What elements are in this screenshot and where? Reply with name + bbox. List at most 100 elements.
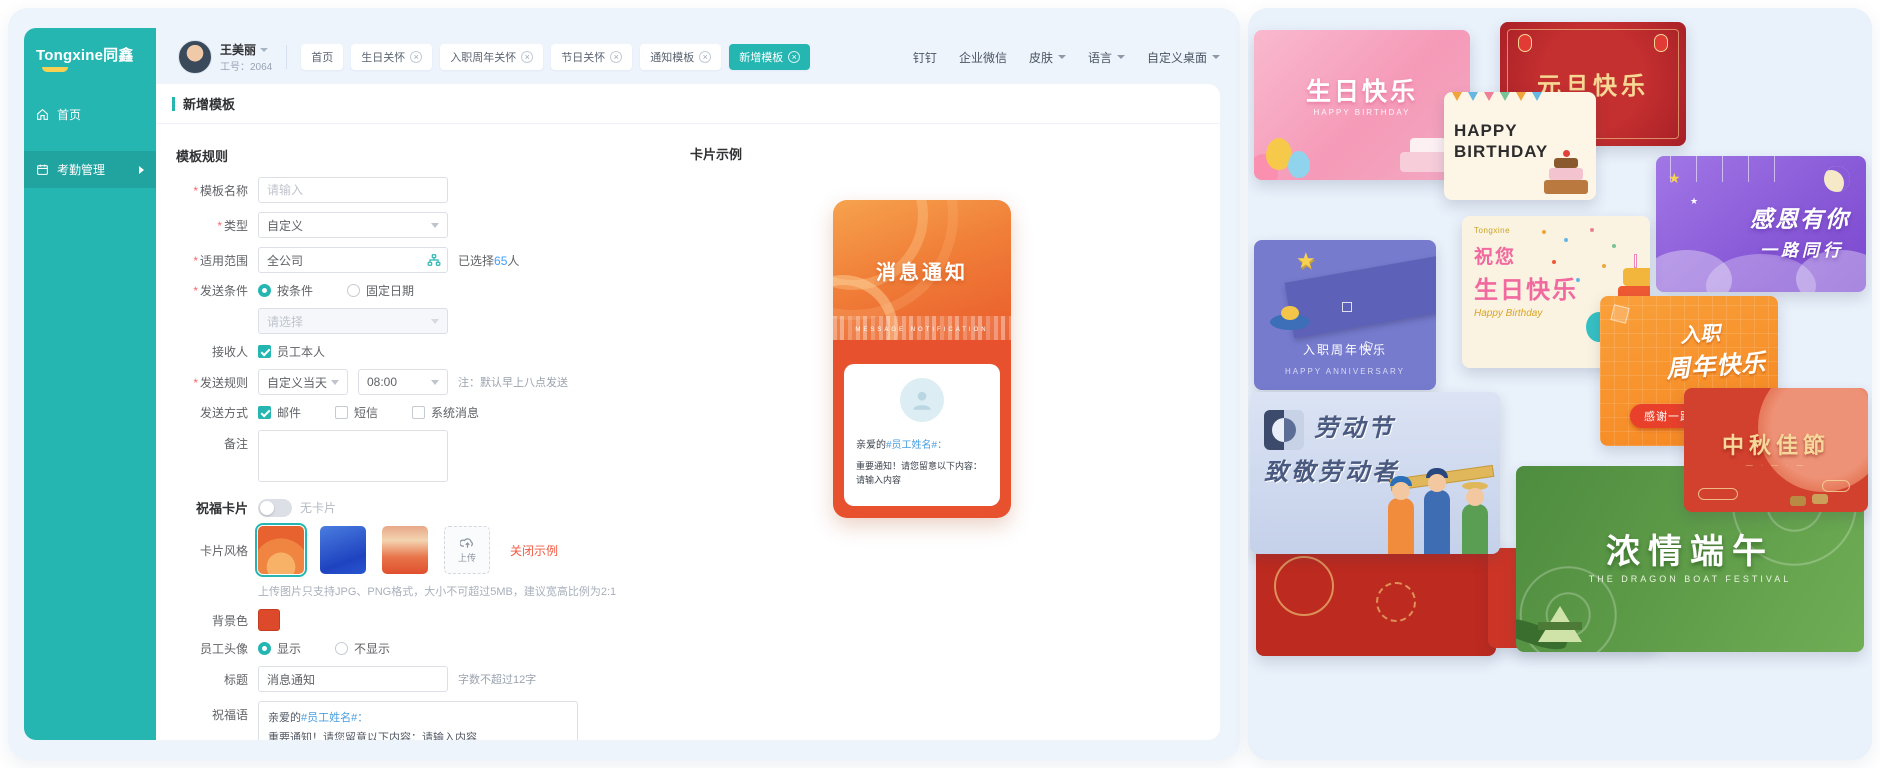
row-scope: *适用范围 全公司 已选择65人: [160, 247, 630, 273]
close-icon[interactable]: ×: [610, 51, 622, 63]
preview-inner-card: 亲爱的#员工姓名#： 重要通知！请您留意以下内容：请输入内容: [844, 364, 1000, 506]
close-example-link[interactable]: 关闭示例: [510, 542, 558, 559]
template-name-input[interactable]: [258, 177, 448, 203]
upload-button[interactable]: 上传: [444, 526, 490, 574]
card-subtitle-text: Happy Birthday: [1474, 308, 1542, 319]
calendar-small-icon: [431, 319, 439, 324]
gallery-card-birthday-cream[interactable]: HAPPYBIRTHDAY: [1444, 92, 1596, 200]
chevron-down-icon: [1212, 55, 1220, 59]
chevron-down-icon: [431, 380, 439, 385]
close-icon[interactable]: ×: [699, 51, 711, 63]
row-receiver: 接收人 员工本人: [160, 343, 630, 360]
close-icon[interactable]: ×: [788, 51, 800, 63]
app-window: Tongxine同鑫 首页 考勤管理 王美丽 工号：2064: [8, 8, 1240, 760]
gallery-card-birthday-pink[interactable]: 生日快乐 HAPPY BIRTHDAY: [1254, 30, 1470, 180]
user-meta: 王美丽 工号：2064: [220, 40, 272, 75]
tab-notify-template[interactable]: 通知模板 ×: [640, 44, 721, 70]
chevron-down-icon: [1058, 55, 1066, 59]
condition-select[interactable]: 请选择: [258, 308, 448, 334]
calendar-icon: [36, 163, 49, 176]
menu-skin[interactable]: 皮肤: [1029, 49, 1066, 66]
row-send-method: 发送方式 邮件 短信 系统消息: [160, 404, 630, 421]
radio-show-avatar[interactable]: 显示: [258, 640, 301, 657]
field-label: *发送条件: [160, 282, 248, 299]
rule-time-select[interactable]: 08:00: [358, 369, 448, 395]
gift-decor: [1610, 304, 1629, 323]
radio-hide-avatar[interactable]: 不显示: [335, 640, 390, 657]
toggle-knob: [260, 501, 274, 515]
gallery-card-thanks-purple[interactable]: ★ ★ 感恩有你 一路同行: [1656, 156, 1866, 292]
card-title-text: 生日快乐: [1474, 270, 1578, 305]
greeting-textarea[interactable]: 亲爱的#员工姓名#： 重要通知！请您留意以下内容：请输入内容: [258, 701, 578, 740]
menu-label: 皮肤: [1029, 49, 1053, 66]
rule-day-select[interactable]: 自定义当天: [258, 369, 348, 395]
star-icon: ★: [1690, 196, 1698, 207]
checkbox-email[interactable]: 邮件: [258, 404, 301, 421]
menu-wecom[interactable]: 企业微信: [959, 49, 1007, 66]
tab-birthday-care[interactable]: 生日关怀 ×: [351, 44, 432, 70]
checkbox-sms[interactable]: 短信: [335, 404, 378, 421]
screenshot-canvas: Tongxine同鑫 首页 考勤管理 王美丽 工号：2064: [0, 0, 1880, 768]
menu-dingtalk[interactable]: 钉钉: [913, 49, 937, 66]
row-greeting: 祝福语 亲爱的#员工姓名#： 重要通知！请您留意以下内容：请输入内容: [160, 701, 630, 740]
org-tree-icon[interactable]: [427, 253, 441, 270]
tab-new-template[interactable]: 新增模板 ×: [729, 44, 810, 70]
row-employee-avatar: 员工头像 显示 不显示: [160, 640, 630, 657]
card-title-text: 入职周年快乐: [1254, 341, 1436, 358]
gallery-card-anniversary-blue[interactable]: ★ 入职周年快乐 HAPPY ANNIVERSARY: [1254, 240, 1436, 390]
bg-color-swatch[interactable]: [258, 609, 280, 631]
lantern-icon: [1654, 34, 1668, 52]
sidebar-item-home[interactable]: 首页: [24, 96, 156, 133]
chevron-down-icon: [1117, 55, 1125, 59]
tab-label: 首页: [311, 49, 333, 65]
card-style-blue[interactable]: [320, 526, 366, 574]
tab-holiday-care[interactable]: 节日关怀 ×: [551, 44, 632, 70]
gallery-card-red-fragment-left[interactable]: [1256, 536, 1496, 656]
required-star: *: [193, 284, 198, 298]
close-icon[interactable]: ×: [410, 51, 422, 63]
gallery-card-labor-day[interactable]: 劳动节 致敬劳动者: [1250, 392, 1500, 554]
row-type: *类型 自定义: [160, 212, 630, 238]
checkbox-icon: [258, 345, 271, 358]
type-select[interactable]: 自定义: [258, 212, 448, 238]
card-gallery-panel: 生日快乐 HAPPY BIRTHDAY 元旦快乐 HAPPYBIRTHDAY ★…: [1248, 8, 1872, 760]
radio-fixed-date[interactable]: 固定日期: [347, 282, 414, 299]
user-avatar[interactable]: [178, 40, 212, 74]
card-title-text: 劳动节: [1314, 408, 1395, 443]
sidebar-item-attendance[interactable]: 考勤管理: [24, 151, 156, 188]
required-star: *: [193, 254, 198, 268]
row-send-rule: *发送规则 自定义当天 08:00 注：默认早上八点发送: [160, 369, 630, 395]
condition-placeholder: 请选择: [267, 313, 303, 330]
field-label: 接收人: [160, 343, 248, 360]
radio-by-condition[interactable]: 按条件: [258, 282, 313, 299]
scope-input[interactable]: 全公司: [258, 247, 448, 273]
header-accent-bar: [172, 97, 175, 111]
tab-home[interactable]: 首页: [301, 44, 343, 70]
card-preview-header: 消息通知 MESSAGE NOTIFICATION: [833, 200, 1011, 340]
menu-language[interactable]: 语言: [1088, 49, 1125, 66]
gallery-card-mid-autumn[interactable]: 中秋佳節 — · — · —: [1684, 388, 1868, 512]
cake-decor: [1544, 152, 1588, 194]
card-style-red[interactable]: [382, 526, 428, 574]
required-star: *: [193, 184, 198, 198]
chevron-down-icon: [260, 48, 268, 52]
card-style-orange[interactable]: [258, 526, 304, 574]
card-title-input[interactable]: [258, 666, 448, 692]
upload-label: 上传: [458, 551, 476, 564]
balloon-decor: [1288, 151, 1310, 178]
tab-anniversary-care[interactable]: 入职周年关怀 ×: [440, 44, 543, 70]
app-logo-text: Tongxine同鑫: [36, 47, 134, 64]
chevron-down-icon: [431, 223, 439, 228]
field-label: 祝福语: [160, 706, 248, 723]
checkbox-employee-self[interactable]: 员工本人: [258, 343, 325, 360]
menu-custom-desktop[interactable]: 自定义桌面: [1147, 49, 1220, 66]
section-title-card: 祝福卡片: [160, 498, 248, 517]
card-title-text: 浓情端午: [1516, 524, 1864, 573]
remark-textarea[interactable]: [258, 430, 448, 482]
close-icon[interactable]: ×: [521, 51, 533, 63]
card-title-text: 中秋佳節: [1684, 428, 1868, 460]
checkbox-system-message[interactable]: 系统消息: [412, 404, 479, 421]
confetti-decor: [1542, 230, 1546, 234]
card-toggle[interactable]: [258, 499, 292, 517]
user-name[interactable]: 王美丽: [220, 43, 256, 57]
